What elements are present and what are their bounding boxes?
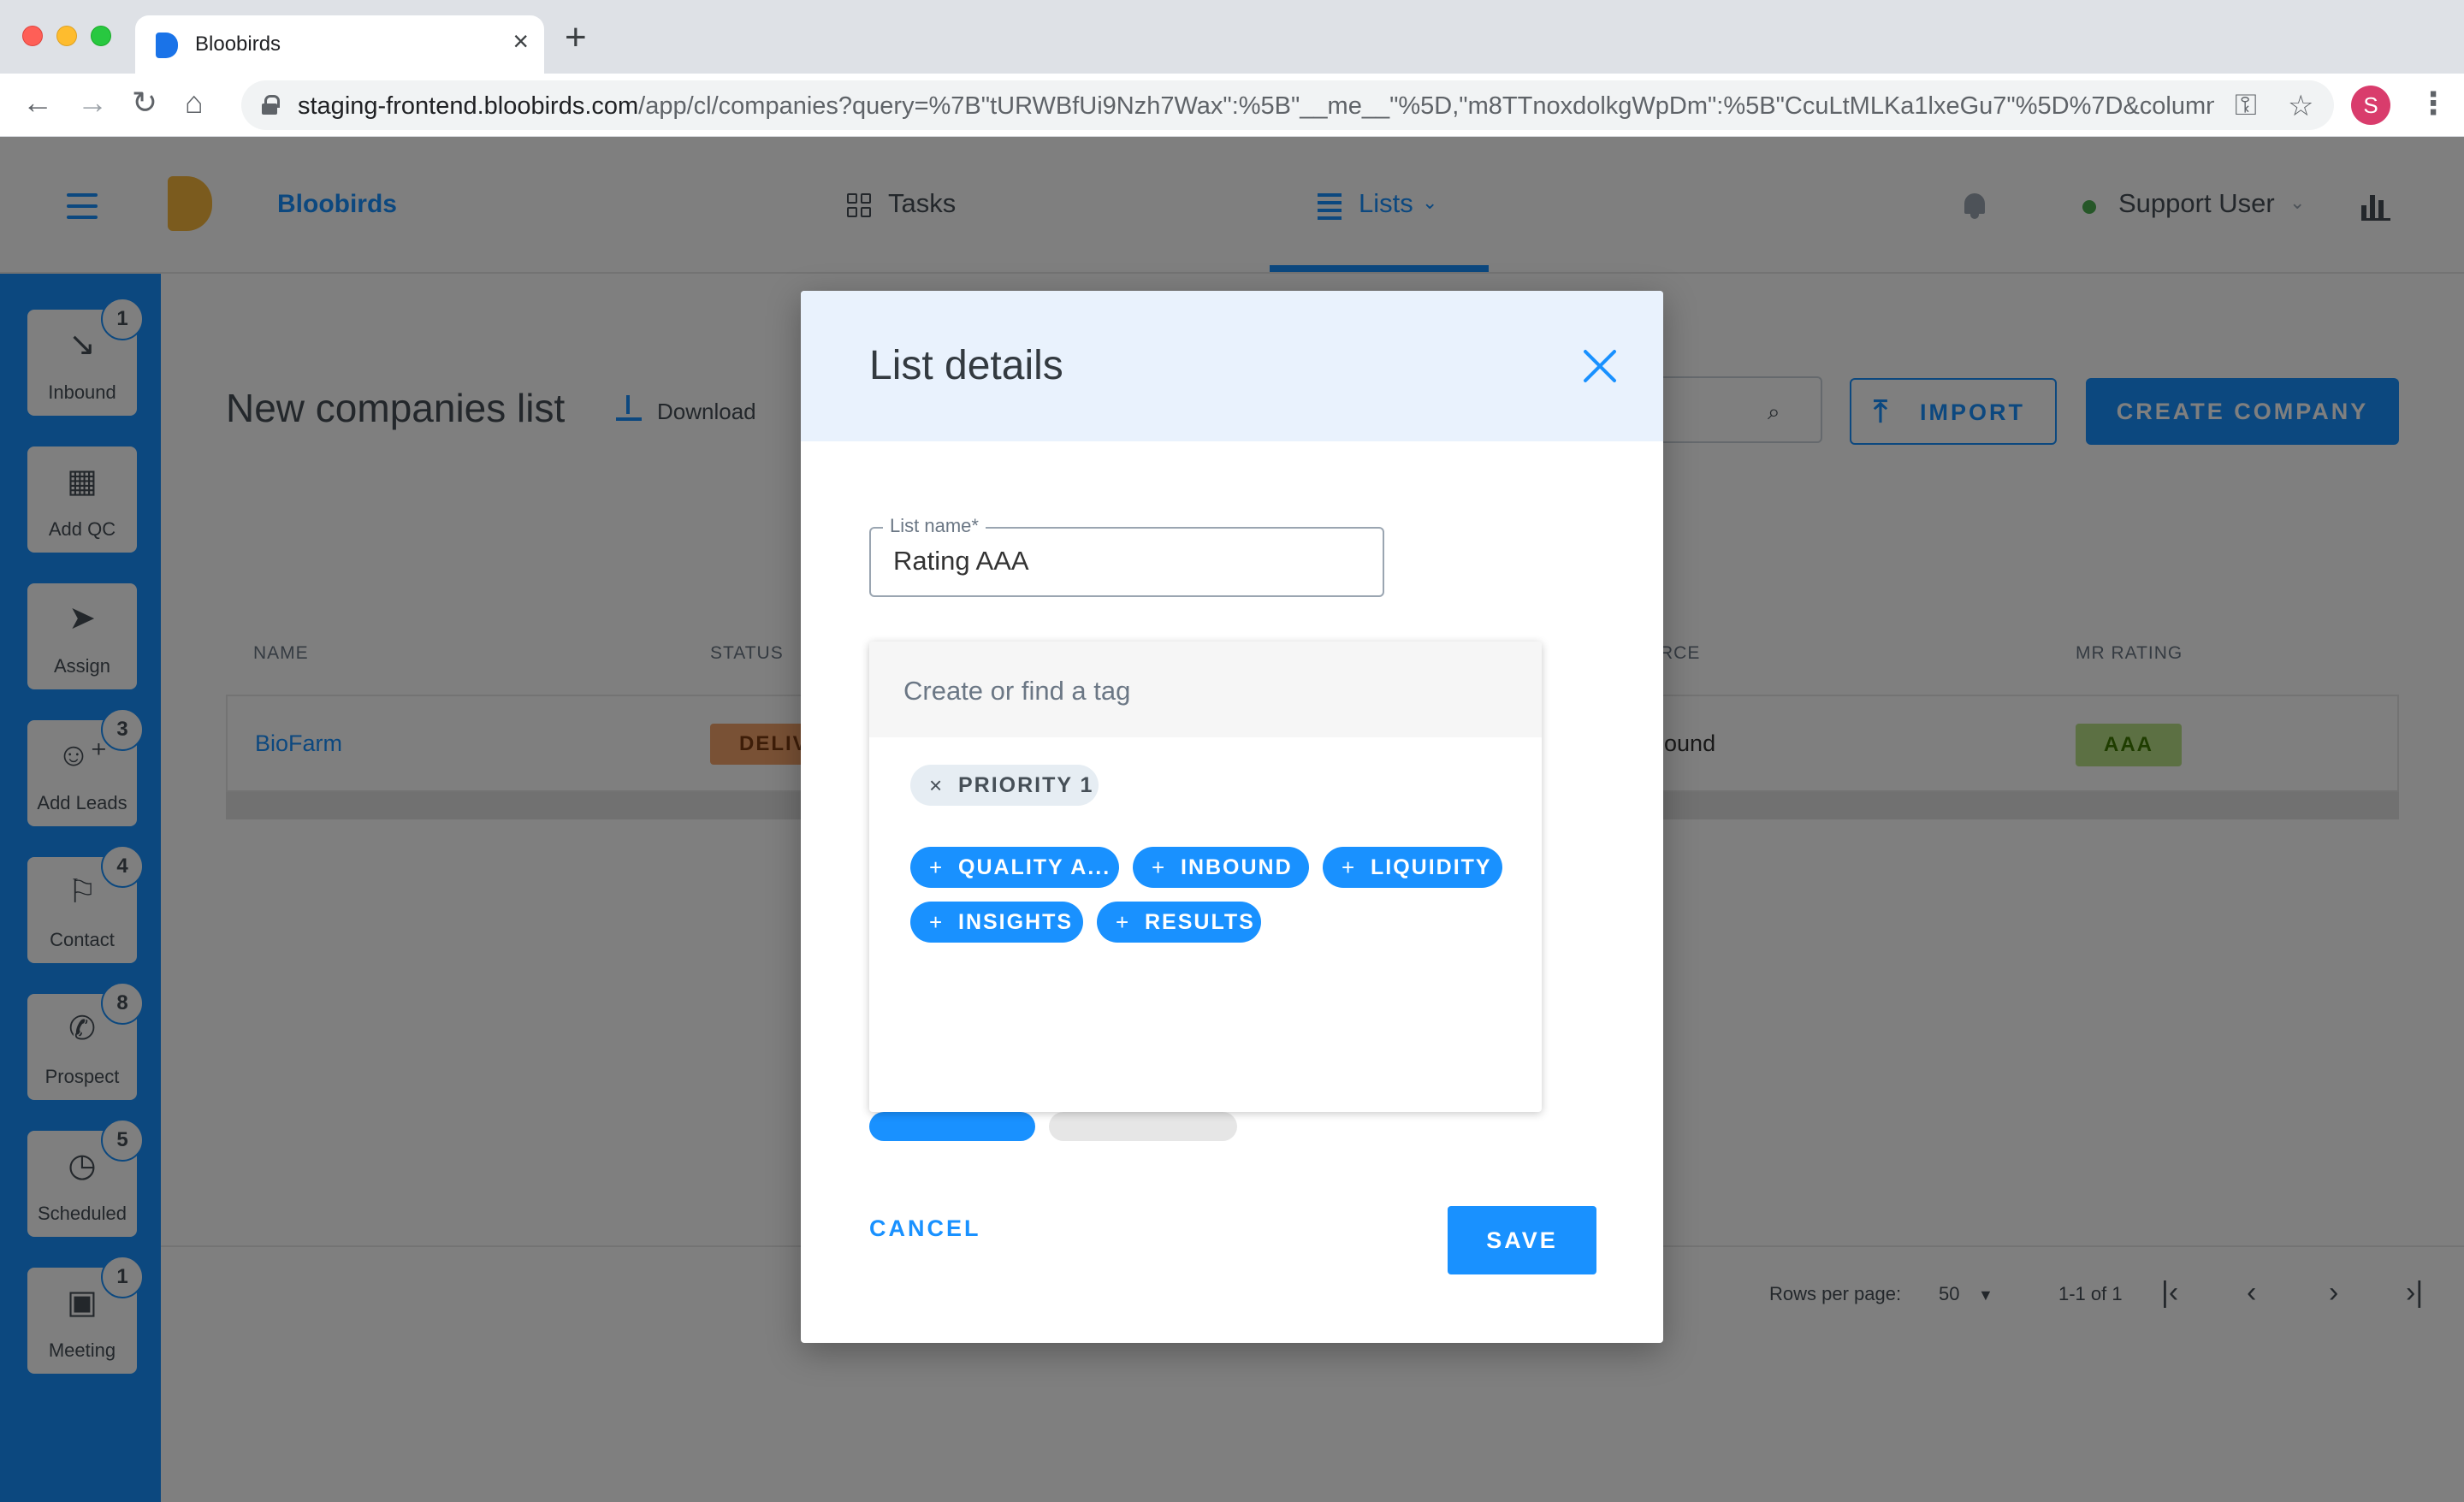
list-details-modal: List details List name* Rating AAA Creat… — [801, 291, 1663, 1343]
browser-tab[interactable]: Bloobirds × — [135, 15, 544, 74]
tag-option-label: INBOUND — [1181, 855, 1293, 879]
tag-option-chip[interactable]: + INSIGHTS — [910, 902, 1083, 943]
tag-option-label: LIQUIDITY — [1371, 855, 1492, 879]
add-tag-icon: + — [1152, 854, 1167, 880]
star-icon[interactable]: ☆ — [2288, 89, 2313, 123]
partially-hidden-chip — [1049, 1112, 1237, 1141]
add-tag-icon: + — [929, 909, 945, 935]
tag-option-label: QUALITY A... — [958, 855, 1111, 879]
key-icon[interactable]: ⚿ — [2235, 89, 2257, 122]
back-icon[interactable]: ← — [22, 87, 53, 118]
selected-tag-label: PRIORITY 1 — [958, 773, 1094, 797]
list-name-field[interactable]: List name* Rating AAA — [869, 515, 1384, 597]
tag-search-input[interactable]: Create or find a tag — [869, 642, 1542, 737]
reload-icon[interactable]: ↻ — [132, 87, 157, 118]
home-icon[interactable]: ⌂ — [185, 87, 204, 118]
tag-option-label: RESULTS — [1145, 910, 1255, 934]
window-close-button[interactable] — [22, 26, 43, 46]
profile-avatar[interactable]: S — [2351, 86, 2390, 125]
tag-search-placeholder: Create or find a tag — [903, 676, 1131, 706]
tab-close-icon[interactable]: × — [512, 27, 529, 55]
cancel-button[interactable]: CANCEL — [869, 1203, 1006, 1254]
new-tab-icon[interactable]: + — [565, 19, 587, 56]
lock-icon — [262, 95, 280, 115]
add-tag-icon: + — [1116, 909, 1131, 935]
tag-option-chip[interactable]: + RESULTS — [1097, 902, 1261, 943]
close-icon[interactable] — [1576, 342, 1624, 390]
tag-selector-panel: Create or find a tag × PRIORITY 1 + QUAL… — [869, 642, 1542, 1112]
partially-hidden-chip — [869, 1112, 1035, 1141]
modal-title: List details — [869, 343, 1063, 388]
remove-tag-icon[interactable]: × — [929, 765, 944, 806]
browser-tab-bar: Bloobirds × + — [0, 0, 2464, 74]
list-name-input[interactable]: Rating AAA — [893, 546, 1029, 577]
url-path: /app/cl/companies?query=%7B"tURWBfUi9Nzh… — [638, 92, 2214, 120]
selected-tag-chip[interactable]: × PRIORITY 1 — [910, 765, 1099, 806]
tag-chips-behind-panel — [869, 1112, 1271, 1141]
tag-option-chip[interactable]: + LIQUIDITY — [1323, 847, 1502, 888]
add-tag-icon: + — [1342, 854, 1357, 880]
browser-menu-icon[interactable]: ⋮ — [2418, 86, 2449, 121]
forward-icon[interactable]: → — [77, 87, 108, 118]
url-host: staging-frontend.bloobirds.com — [298, 92, 639, 120]
add-tag-icon: + — [929, 854, 945, 880]
tab-title: Bloobirds — [195, 33, 281, 56]
modal-header: List details — [801, 291, 1663, 441]
url-text[interactable]: staging-frontend.bloobirds.com/app/cl/co… — [298, 92, 2214, 121]
list-name-label: List name* — [883, 515, 986, 537]
address-bar[interactable]: staging-frontend.bloobirds.com/app/cl/co… — [241, 80, 2334, 130]
tag-option-chip[interactable]: + QUALITY A... — [910, 847, 1119, 888]
browser-toolbar: ← → ↻ ⌂ staging-frontend.bloobirds.com/a… — [0, 74, 2464, 137]
tag-option-chip[interactable]: + INBOUND — [1133, 847, 1309, 888]
save-button[interactable]: SAVE — [1448, 1206, 1596, 1274]
window-zoom-button[interactable] — [91, 26, 111, 46]
window-minimize-button[interactable] — [56, 26, 77, 46]
bloobirds-favicon-icon — [156, 33, 178, 58]
tag-option-label: INSIGHTS — [958, 910, 1074, 934]
